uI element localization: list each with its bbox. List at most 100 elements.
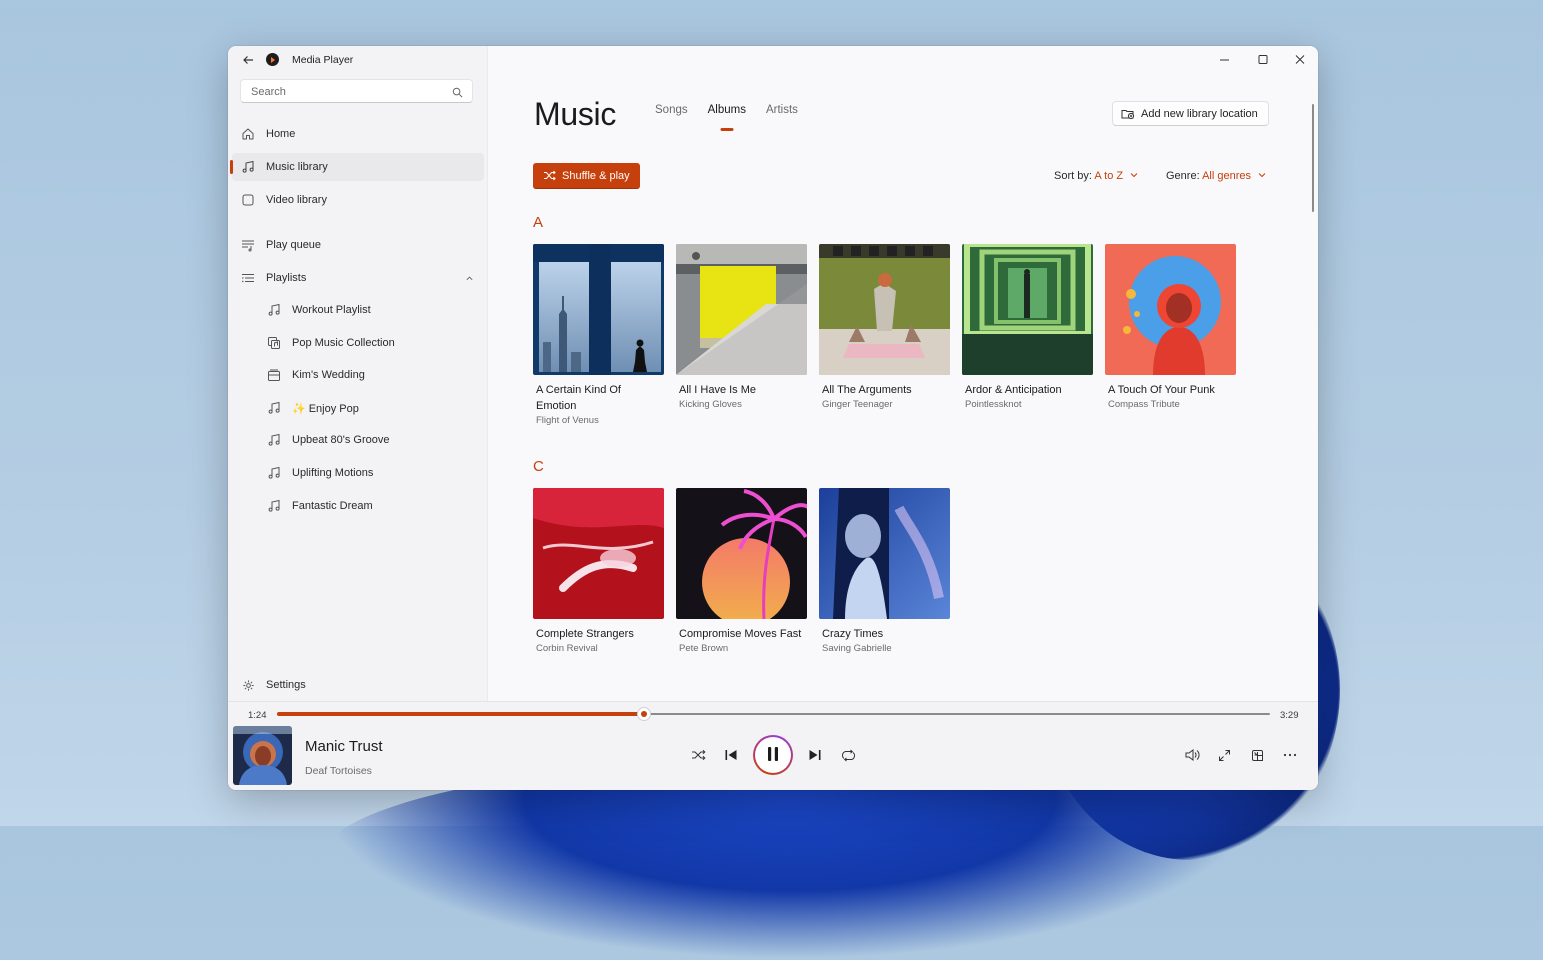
genre-value: All genres [1202,170,1252,182]
sidebar-item-label: Home [266,128,296,140]
seek-thumb[interactable] [638,708,651,720]
tab-artists[interactable]: Artists [766,104,798,116]
total-duration: 3:29 [1280,710,1299,721]
sort-dropdown[interactable]: Sort by: A to Z [1054,170,1138,182]
scrollbar[interactable] [1312,104,1314,212]
sidebar-item-home[interactable]: Home [232,120,484,148]
page-title: Music [534,96,617,132]
speaker-icon [1185,749,1200,761]
album-title: A Touch Of Your Punk [1108,384,1215,396]
sidebar-item-label: Video library [266,194,327,206]
shuffle-icon [543,169,556,182]
sort-label: Sort by: [1054,170,1092,182]
next-button[interactable] [804,744,826,766]
playlist-item-upbeat-80s-groove[interactable]: Upbeat 80's Groove [232,426,484,454]
tab-albums[interactable]: Albums [708,104,746,131]
chevron-down-icon [1130,170,1138,178]
minimize-icon[interactable] [1215,52,1235,68]
sort-value: A to Z [1094,170,1124,182]
shuffle-play-label: Shuffle & play [562,169,630,182]
music-note-icon [267,401,281,415]
folder-add-icon [1121,108,1135,120]
video-icon [241,193,255,207]
album-title: All The Arguments [822,384,912,396]
sidebar-item-play-queue[interactable]: Play queue [232,231,484,259]
add-library-location-button[interactable]: Add new library location [1112,101,1269,126]
tab-songs[interactable]: Songs [655,104,688,116]
album-card[interactable]: A Touch Of Your Punk Compass Tribute [1105,244,1236,411]
repeat-icon [841,749,856,762]
sidebar-item-label: Play queue [266,239,322,251]
section-letter-a: A [533,214,544,231]
album-card[interactable]: All I Have Is Me Kicking Gloves [676,244,807,411]
shuffle-button[interactable] [687,744,709,766]
miniplayer-icon [1251,749,1264,762]
album-artist: Corbin Revival [536,643,598,654]
playlist-label: Kim's Wedding [292,369,365,381]
queue-icon [241,238,255,252]
more-icon [1283,753,1297,757]
album-title: Crazy Times [822,628,884,640]
fullscreen-button[interactable] [1213,744,1235,766]
genre-dropdown[interactable]: Genre: All genres [1166,170,1266,182]
seek-progress [277,712,645,716]
playlist-label: Uplifting Motions [292,467,374,479]
sidebar-item-settings[interactable]: Settings [232,671,484,699]
now-playing-album-art[interactable] [233,726,292,785]
more-options-button[interactable] [1279,744,1301,766]
album-card[interactable]: Ardor & Anticipation Pointlessknot [962,244,1093,411]
album-cover [533,244,664,375]
album-cover [962,244,1093,375]
tab-underline [720,128,734,131]
album-artist: Kicking Gloves [679,399,742,410]
elapsed-time: 1:24 [248,710,267,721]
media-player-logo-icon [266,53,279,66]
search-box[interactable] [240,79,473,103]
album-cover [819,244,950,375]
playlist-item-workout[interactable]: Workout Playlist [232,296,484,324]
miniplayer-button[interactable] [1246,744,1268,766]
album-title: A Certain Kind Of Emotion [536,384,621,412]
selection-indicator [230,160,233,174]
album-title: Compromise Moves Fast [679,628,802,640]
seek-slider[interactable] [277,708,1270,720]
album-title: All I Have Is Me [679,384,757,396]
playlist-item-fantastic-dream[interactable]: Fantastic Dream [232,492,484,520]
album-artist: Pete Brown [679,643,729,654]
playlist-item-uplifting-motions[interactable]: Uplifting Motions [232,459,484,487]
sidebar-item-playlists[interactable]: Playlists [232,264,484,292]
playlist-label: Fantastic Dream [292,500,373,512]
media-icon [267,336,281,350]
search-icon[interactable] [452,85,464,98]
sidebar-item-label: Music library [266,161,328,173]
volume-button[interactable] [1181,744,1203,766]
playlist-item-pop-music-collection[interactable]: Pop Music Collection [232,329,484,357]
repeat-button[interactable] [837,744,859,766]
previous-button[interactable] [720,744,742,766]
music-note-icon [267,303,281,317]
sidebar-item-music-library[interactable]: Music library [230,153,484,181]
album-card[interactable]: Crazy Times Saving Gabrielle [819,488,950,655]
album-card[interactable]: A Certain Kind Of Emotion Flight of Venu… [533,244,664,427]
playlist-item-kims-wedding[interactable]: Kim's Wedding [232,361,484,389]
chevron-up-icon[interactable] [464,273,474,283]
close-icon[interactable] [1290,52,1310,68]
list-icon [241,271,255,285]
back-arrow-icon[interactable] [240,52,256,68]
album-cover [676,488,807,619]
music-note-icon [267,466,281,480]
shuffle-play-button[interactable]: Shuffle & play [533,163,640,188]
album-artist: Pointlessknot [965,399,1022,410]
pause-button[interactable] [753,735,793,775]
album-cover [1105,244,1236,375]
playlist-item-enjoy-pop[interactable]: ✨ Enjoy Pop [232,394,484,422]
maximize-icon[interactable] [1253,52,1273,68]
view-tabs: Songs Albums Artists [655,104,818,131]
search-input[interactable] [249,83,443,101]
title-bar: Media Player [228,46,487,74]
album-card[interactable]: Complete Strangers Corbin Revival [533,488,664,655]
album-card[interactable]: All The Arguments Ginger Teenager [819,244,950,411]
sidebar-item-video-library[interactable]: Video library [232,186,484,214]
playlist-label: Upbeat 80's Groove [292,434,390,446]
album-card[interactable]: Compromise Moves Fast Pete Brown [676,488,807,655]
